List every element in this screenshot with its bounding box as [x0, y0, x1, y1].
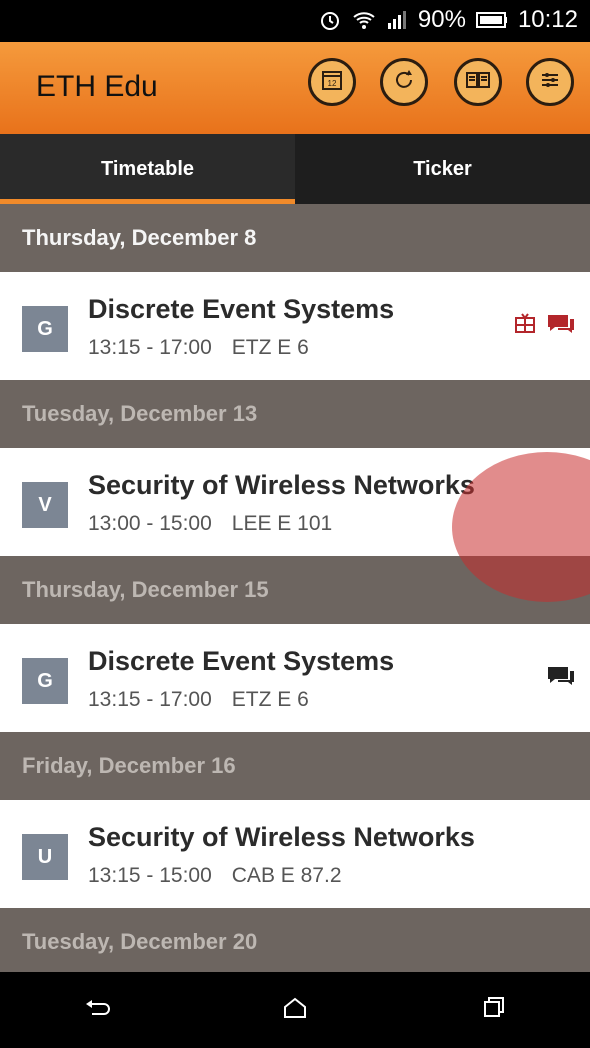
- course-title: Security of Wireless Networks: [88, 822, 475, 852]
- recents-button[interactable]: [462, 980, 522, 1040]
- tab-timetable[interactable]: Timetable: [0, 134, 295, 204]
- tab-ticker[interactable]: Ticker: [295, 134, 590, 204]
- date-header: Tuesday, December 13: [0, 380, 590, 448]
- course-type-badge: V: [22, 482, 68, 528]
- course-type-badge: G: [22, 658, 68, 704]
- course-type-badge: G: [22, 306, 68, 352]
- course-title: Security of Wireless Networks: [88, 470, 475, 500]
- chat-icon[interactable]: [546, 664, 576, 691]
- calendar-icon: 12: [320, 68, 344, 97]
- list-item[interactable]: G Discrete Event Systems 13:15 - 17:00 ET…: [0, 272, 590, 380]
- list-item[interactable]: V Security of Wireless Networks 13:00 - …: [0, 448, 590, 556]
- status-bar: 90% 10:12: [0, 0, 590, 42]
- course-title: Discrete Event Systems: [88, 294, 395, 324]
- tv-icon[interactable]: [514, 312, 536, 339]
- date-header: Thursday, December 15: [0, 556, 590, 624]
- calendar-button[interactable]: 12: [308, 58, 356, 106]
- alarm-icon: [318, 8, 342, 32]
- date-header: Thursday, December 8: [0, 204, 590, 272]
- tab-bar: Timetable Ticker: [0, 134, 590, 204]
- wifi-icon: [352, 8, 376, 32]
- course-time: 13:15 - 15:00: [88, 864, 212, 887]
- refresh-icon: [392, 68, 416, 97]
- settings-icon: [538, 68, 562, 97]
- course-type-badge: U: [22, 834, 68, 880]
- refresh-button[interactable]: [380, 58, 428, 106]
- course-time: 13:15 - 17:00: [88, 688, 212, 711]
- list-item[interactable]: U Security of Wireless Networks 13:15 - …: [0, 800, 590, 908]
- date-header: Tuesday, December 20: [0, 908, 590, 972]
- date-header: Friday, December 16: [0, 732, 590, 800]
- course-room: ETZ E 6: [231, 336, 309, 359]
- tab-timetable-label: Timetable: [101, 157, 194, 180]
- app-bar: ETH Edu 12: [0, 42, 590, 134]
- battery-percent: 90%: [417, 6, 466, 33]
- tab-ticker-label: Ticker: [413, 157, 472, 180]
- book-button[interactable]: [454, 58, 502, 106]
- course-room: CAB E 87.2: [231, 864, 342, 887]
- home-icon: [281, 996, 309, 1025]
- settings-button[interactable]: [526, 58, 574, 106]
- course-time: 13:00 - 15:00: [88, 512, 212, 535]
- signal-icon: [386, 9, 408, 31]
- course-time: 13:15 - 17:00: [88, 336, 212, 359]
- calendar-day: 12: [328, 79, 337, 88]
- timetable-list[interactable]: Thursday, December 8 G Discrete Event Sy…: [0, 204, 590, 972]
- course-title: Discrete Event Systems: [88, 646, 395, 676]
- recents-icon: [478, 996, 506, 1025]
- book-icon: [465, 68, 491, 97]
- course-room: LEE E 101: [231, 512, 333, 535]
- battery-icon: [475, 10, 508, 30]
- chat-icon[interactable]: [546, 312, 576, 339]
- back-icon: [84, 996, 112, 1025]
- home-button[interactable]: [265, 980, 325, 1040]
- back-button[interactable]: [68, 980, 128, 1040]
- list-item[interactable]: G Discrete Event Systems 13:15 - 17:00 ET…: [0, 624, 590, 732]
- app-title: ETH Edu: [36, 70, 158, 103]
- clock-time: 10:12: [517, 6, 578, 33]
- navigation-bar: [0, 972, 590, 1048]
- course-room: ETZ E 6: [231, 688, 309, 711]
